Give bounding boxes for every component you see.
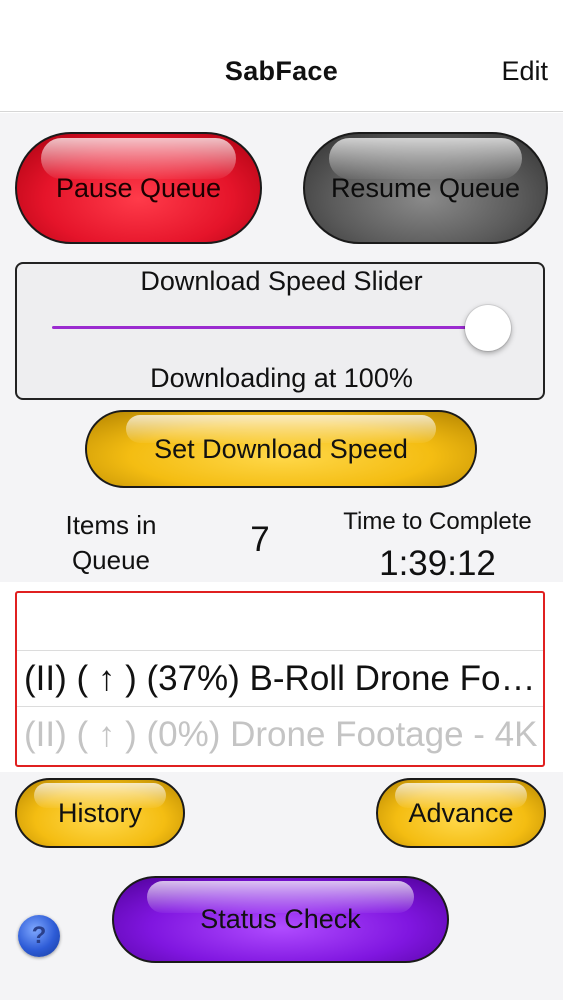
resume-queue-label: Resume Queue bbox=[330, 172, 521, 203]
list-item[interactable]: (II) ( ↑ ) (37%) B-Roll Drone Footage bbox=[17, 651, 543, 707]
history-button[interactable]: History bbox=[15, 778, 185, 848]
history-label: History bbox=[57, 797, 142, 828]
edit-button[interactable]: Edit bbox=[501, 56, 548, 87]
advance-button[interactable]: Advance bbox=[376, 778, 546, 848]
status-check-button[interactable]: Status Check bbox=[112, 876, 449, 963]
time-to-complete-value: 1:39:12 bbox=[379, 544, 496, 583]
status-check-label: Status Check bbox=[200, 904, 361, 934]
download-speed-status: Downloading at 100% bbox=[150, 363, 413, 393]
set-download-speed-label: Set Download Speed bbox=[154, 433, 408, 464]
set-download-speed-button[interactable]: Set Download Speed bbox=[85, 410, 477, 488]
download-speed-slider-track[interactable] bbox=[52, 326, 492, 329]
help-glyph: ? bbox=[31, 922, 47, 949]
items-label-line2: Queue bbox=[71, 545, 151, 575]
list-item[interactable]: (II) ( ↑ ) (0%) Drone Footage - 4K bbox=[17, 707, 543, 763]
items-in-queue-label: Items in Queue bbox=[26, 508, 196, 578]
items-label-line1: Items in bbox=[65, 510, 157, 540]
list-item[interactable] bbox=[17, 595, 543, 651]
advance-label: Advance bbox=[408, 797, 514, 828]
pause-queue-button[interactable]: Pause Queue bbox=[15, 132, 262, 244]
download-speed-slider-thumb[interactable] bbox=[465, 305, 511, 351]
queue-list[interactable]: (II) ( ↑ ) (37%) B-Roll Drone Footage (I… bbox=[15, 591, 545, 767]
page-title: SabFace bbox=[224, 56, 339, 86]
items-in-queue-count: 7 bbox=[250, 520, 270, 559]
time-to-complete-label: Time to Complete bbox=[343, 508, 532, 535]
resume-queue-button[interactable]: Resume Queue bbox=[303, 132, 548, 244]
pause-queue-label: Pause Queue bbox=[55, 172, 222, 203]
navigation-bar: SabFace Edit bbox=[0, 0, 563, 112]
help-icon[interactable]: ? bbox=[18, 915, 60, 957]
download-speed-title: Download Speed Slider bbox=[140, 266, 423, 296]
